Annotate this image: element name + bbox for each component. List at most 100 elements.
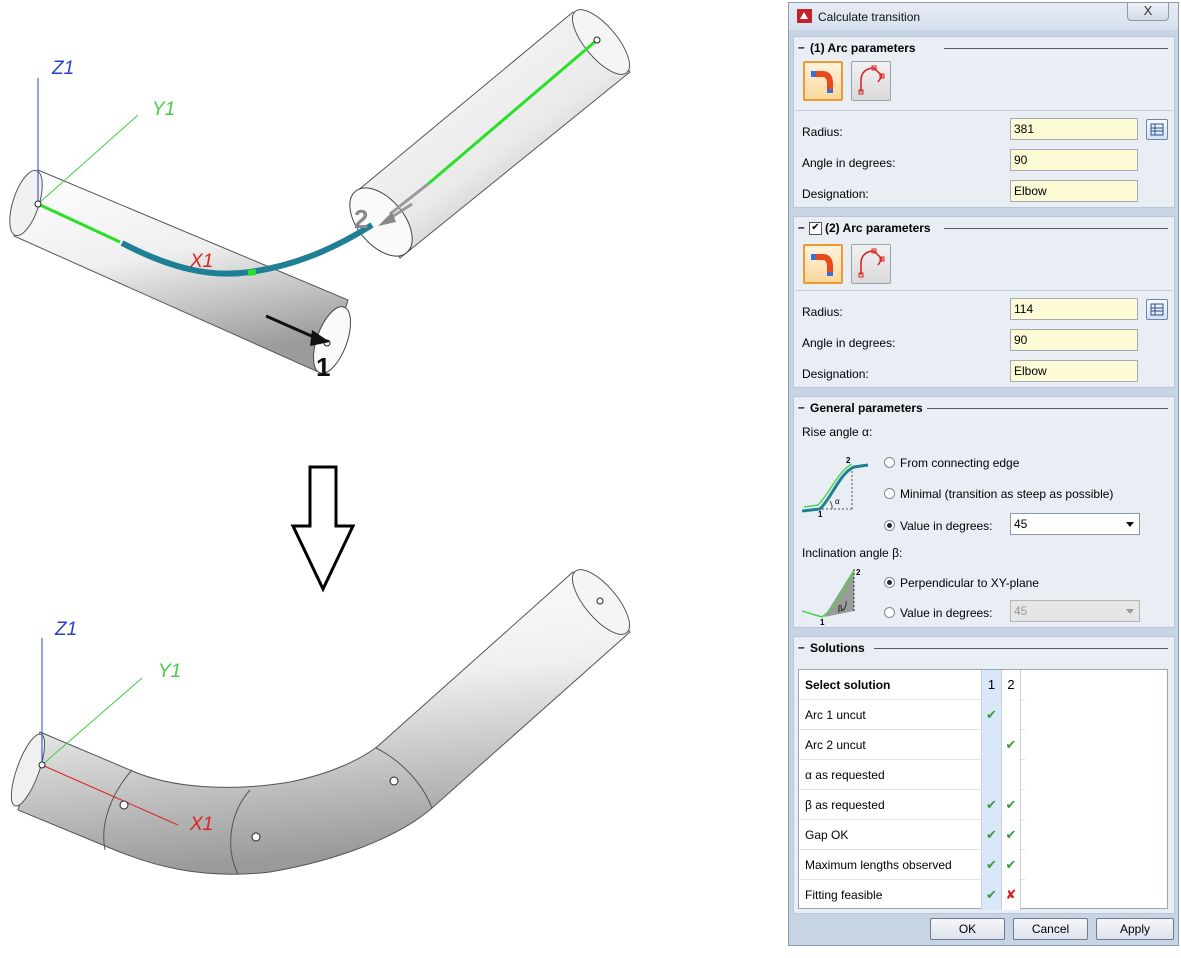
table-icon <box>1150 303 1164 316</box>
close-button[interactable]: X <box>1127 3 1169 21</box>
solutions-panel: – Solutions Select solution 1 2 Arc 1 un… <box>793 636 1175 914</box>
rise-angle-diagram: 1 2 α <box>802 456 869 519</box>
incl-value-label[interactable]: Value in degrees: <box>900 606 993 620</box>
elbow-custom-button[interactable] <box>851 61 891 101</box>
arc2-table-button[interactable] <box>1146 299 1168 320</box>
svg-text:2: 2 <box>856 568 861 577</box>
rise-minimal-label[interactable]: Minimal (transition as steep as possible… <box>900 487 1113 501</box>
edge-marker-1: 1 <box>316 352 330 382</box>
table-row: β as requested ✔ ✔ <box>799 790 1025 820</box>
axis-z1-label: Z1 <box>54 619 77 640</box>
table-row: Maximum lengths observed ✔ ✔ <box>799 850 1025 880</box>
chevron-down-icon <box>1126 609 1134 614</box>
solutions-table[interactable]: Select solution 1 2 Arc 1 uncut ✔ Arc 2 … <box>798 669 1168 910</box>
row-label: Maximum lengths observed <box>805 858 952 872</box>
check-icon[interactable] <box>981 730 1001 760</box>
arc1-radius-label: Radius: <box>802 125 843 139</box>
axis-y1-label: Y1 <box>152 99 175 120</box>
merged-pipe <box>17 571 631 875</box>
svg-text:2: 2 <box>846 456 851 465</box>
check-icon[interactable]: ✔ <box>981 850 1001 880</box>
arc2-radius-input[interactable]: 114 <box>1010 298 1138 320</box>
rise-value-select[interactable]: 45 <box>1010 513 1140 535</box>
table-icon <box>1150 123 1164 136</box>
arc1-angle-input[interactable]: 90 <box>1010 149 1138 171</box>
incl-perpendicular-radio[interactable] <box>884 577 895 588</box>
table-row: Arc 2 uncut ✔ <box>799 730 1025 760</box>
chevron-down-icon <box>1126 522 1134 527</box>
svg-text:1: 1 <box>818 510 823 519</box>
check-icon[interactable]: ✔ <box>981 880 1001 910</box>
axis-x1-label: X1 <box>189 814 213 835</box>
ok-button[interactable]: OK <box>930 918 1005 940</box>
row-label: Gap OK <box>805 828 849 842</box>
cancel-button[interactable]: Cancel <box>1013 918 1088 940</box>
arc1-radius-input[interactable]: 381 <box>1010 118 1138 140</box>
elbow-standard-button[interactable] <box>803 244 843 284</box>
inclination-angle-label: Inclination angle β: <box>802 546 903 560</box>
check-icon[interactable]: ✔ <box>981 790 1001 820</box>
arc2-header: (2) Arc parameters <box>825 221 935 235</box>
elbow-icon <box>811 254 833 276</box>
check-icon[interactable] <box>1001 700 1021 730</box>
check-icon[interactable]: ✔ <box>981 820 1001 850</box>
general-header: General parameters <box>810 401 927 415</box>
inclination-angle-diagram: 1 2 β <box>802 568 861 627</box>
rise-from-edge-radio[interactable] <box>884 457 895 468</box>
rise-angle-label: Rise angle α: <box>802 425 873 439</box>
solutions-header: Solutions <box>810 641 869 655</box>
select-solution-header: Select solution <box>805 678 891 692</box>
check-icon[interactable]: ✔ <box>1001 730 1021 760</box>
rise-value-label[interactable]: Value in degrees: <box>900 519 993 533</box>
general-panel: – General parameters Rise angle α: 1 2 α… <box>793 396 1175 628</box>
row-label: Arc 1 uncut <box>805 708 866 722</box>
rise-value-radio[interactable] <box>884 520 895 531</box>
check-icon[interactable]: ✔ <box>1001 790 1021 820</box>
arc2-designation-input[interactable]: Elbow <box>1010 360 1138 382</box>
svg-text:α: α <box>835 497 840 506</box>
app-icon <box>797 9 812 23</box>
title-bar[interactable]: Calculate transition X <box>789 3 1178 30</box>
apply-button[interactable]: Apply <box>1096 918 1174 940</box>
incl-perpendicular-label[interactable]: Perpendicular to XY-plane <box>900 576 1039 590</box>
table-row: Gap OK ✔ ✔ <box>799 820 1025 850</box>
dialog-title: Calculate transition <box>818 10 921 24</box>
incl-value-select[interactable]: 45 <box>1010 600 1140 622</box>
cross-icon[interactable]: ✘ <box>1001 880 1021 910</box>
model-view-after[interactable]: Z1 Y1 X1 <box>0 560 700 900</box>
solution-2-header[interactable]: 2 <box>1001 670 1021 700</box>
arc2-angle-input[interactable]: 90 <box>1010 329 1138 351</box>
check-icon[interactable]: ✔ <box>1001 850 1021 880</box>
check-icon[interactable] <box>1001 760 1021 790</box>
model-view-before[interactable]: Z1 Y1 X1 1 2 <box>0 0 700 420</box>
arc1-table-button[interactable] <box>1146 119 1168 140</box>
table-row: α as requested <box>799 760 1025 790</box>
rise-minimal-radio[interactable] <box>884 488 895 499</box>
arc1-designation-input[interactable]: Elbow <box>1010 180 1138 202</box>
axis-y1-label: Y1 <box>158 661 181 682</box>
check-icon[interactable]: ✔ <box>981 700 1001 730</box>
solution-1-header[interactable]: 1 <box>981 670 1001 700</box>
row-label: α as requested <box>805 768 885 782</box>
check-icon[interactable] <box>981 760 1001 790</box>
elbow-standard-button[interactable] <box>803 61 843 101</box>
row-label: Fitting feasible <box>805 888 883 902</box>
row-label: β as requested <box>805 798 885 812</box>
arc2-radius-label: Radius: <box>802 305 843 319</box>
arc2-designation-label: Designation: <box>802 367 869 381</box>
svg-text:β: β <box>838 604 843 613</box>
table-row: Arc 1 uncut ✔ <box>799 700 1025 730</box>
rise-from-edge-label[interactable]: From connecting edge <box>900 456 1019 470</box>
table-header-row: Select solution 1 2 <box>799 670 1025 700</box>
arc2-checkbox[interactable]: ✔ <box>809 222 822 235</box>
arc-outline-icon <box>858 248 885 278</box>
arc2-panel: – ✔ (2) Arc parameters Radius: 114 Angle… <box>793 216 1175 388</box>
calculate-transition-dialog: Calculate transition X – (1) Arc paramet… <box>788 2 1179 946</box>
row-label: Arc 2 uncut <box>805 738 866 752</box>
arc1-designation-label: Designation: <box>802 187 869 201</box>
elbow-custom-button[interactable] <box>851 244 891 284</box>
arc1-header: (1) Arc parameters <box>810 41 920 55</box>
table-row: Fitting feasible ✔ ✘ <box>799 880 1025 910</box>
check-icon[interactable]: ✔ <box>1001 820 1021 850</box>
incl-value-radio[interactable] <box>884 607 895 618</box>
